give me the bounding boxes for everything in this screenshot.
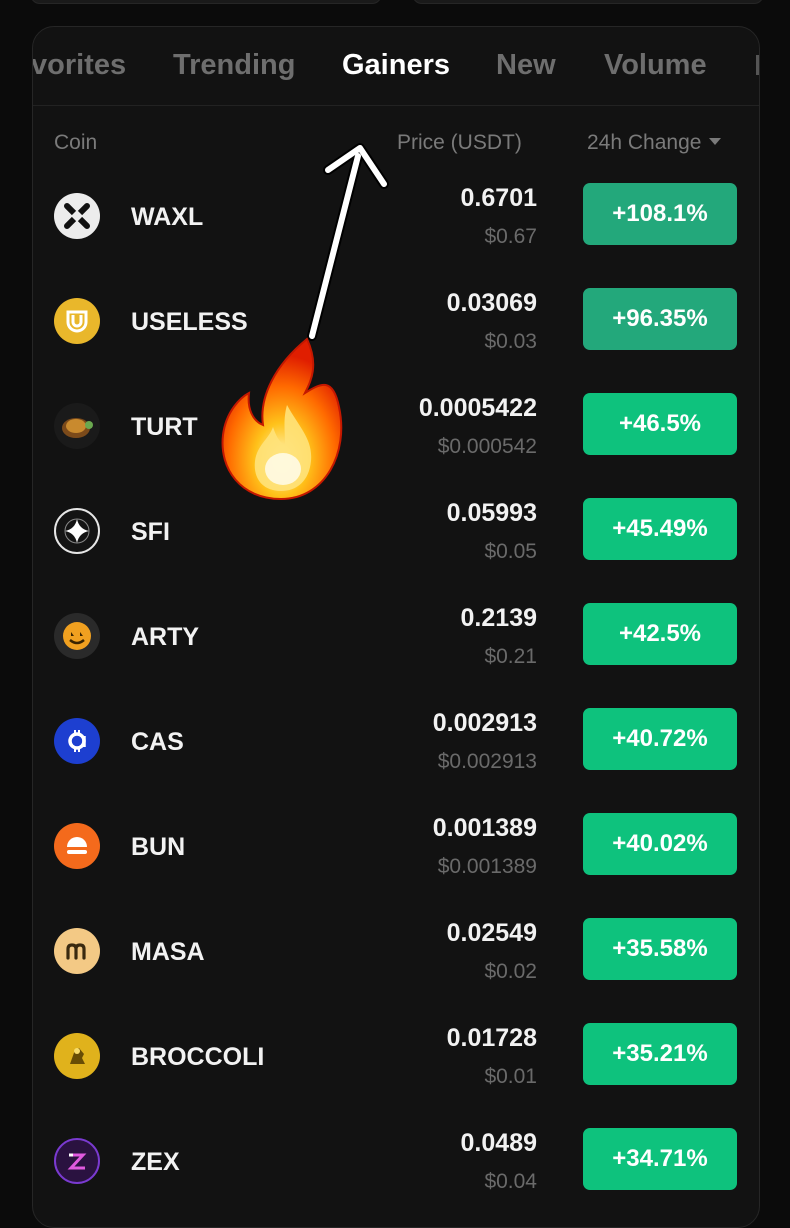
coin-price: 0.03069 [446,289,537,317]
tab-new[interactable]: New [496,49,556,82]
table-row[interactable]: USELESS 0.03069 $0.03 +96.35% [33,288,759,393]
column-header-price[interactable]: Price (USDT) [397,131,522,155]
table-row[interactable]: TURT 0.0005422 $0.000542 +46.5% [33,393,759,498]
column-header-change[interactable]: 24h Change [587,131,722,155]
broccoli-icon [54,1033,100,1079]
table-row[interactable]: ZEX 0.0489 $0.04 +34.71% [33,1128,759,1227]
coin-price: 0.001389 [432,814,537,842]
coin-usd-price: $0.05 [484,540,537,563]
coin-price: 0.02549 [446,919,537,947]
masa-m-icon [54,928,100,974]
tab-trending[interactable]: Trending [173,49,295,82]
change-badge[interactable]: +35.21% [583,1023,737,1085]
coin-price: 0.05993 [446,499,537,527]
coin-usd-price: $0.002913 [437,750,537,773]
coin-price: 0.2139 [460,604,537,632]
arty-face-icon [54,613,100,659]
coin-usd-price: $0.04 [484,1170,537,1193]
coin-symbol: ARTY [131,623,200,651]
coin-symbol: USELESS [131,308,248,336]
column-header-coin: Coin [54,131,98,154]
bun-icon [54,823,100,869]
change-badge[interactable]: +108.1% [583,183,737,245]
tab-gainers[interactable]: Gainers [342,49,450,82]
table-row[interactable]: CAS 0.002913 $0.002913 +40.72% [33,708,759,813]
waxl-x-icon [54,193,100,239]
tabs-overflow-indicator [756,55,759,75]
table-row[interactable]: SFI 0.05993 $0.05 +45.49% [33,498,759,603]
change-badge[interactable]: +40.72% [583,708,737,770]
coin-price: 0.01728 [446,1024,537,1052]
coin-price: 0.002913 [432,709,537,737]
coin-usd-price: $0.03 [484,330,537,353]
cas-coin-icon [54,718,100,764]
column-header-change-label: 24h Change [587,131,702,154]
change-badge[interactable]: +96.35% [583,288,737,350]
change-badge[interactable]: +42.5% [583,603,737,665]
markets-panel: vorites Trending Gainers New Volume Coin… [32,26,760,1228]
table-row[interactable]: BROCCOLI 0.01728 $0.01 +35.21% [33,1023,759,1128]
table-row[interactable]: WAXL 0.6701 $0.67 +108.1% [33,183,759,288]
change-badge[interactable]: +34.71% [583,1128,737,1190]
change-badge[interactable]: +40.02% [583,813,737,875]
zex-icon [54,1138,100,1184]
market-tabs: vorites Trending Gainers New Volume [33,27,759,106]
coin-usd-price: $0.67 [484,225,537,248]
table-row[interactable]: MASA 0.02549 $0.02 +35.58% [33,918,759,1023]
coin-symbol: ZEX [131,1148,180,1176]
table-row[interactable]: ARTY 0.2139 $0.21 +42.5% [33,603,759,708]
coin-usd-price: $0.001389 [437,855,537,878]
table-row[interactable]: BUN 0.001389 $0.001389 +40.02% [33,813,759,918]
coin-price: 0.0005422 [418,394,537,422]
coin-usd-price: $0.21 [484,645,537,668]
useless-shield-icon [54,298,100,344]
coin-symbol: WAXL [131,203,204,231]
coin-symbol: CAS [131,728,184,756]
top-card-left [30,0,382,4]
fire-emoji-icon [221,337,343,501]
change-badge[interactable]: +46.5% [583,393,737,455]
coin-price: 0.6701 [460,184,537,212]
turtle-icon [54,403,100,449]
coin-price: 0.0489 [460,1129,537,1157]
coin-symbol: TURT [131,413,198,441]
coin-usd-price: $0.000542 [437,435,537,458]
change-badge[interactable]: +45.49% [583,498,737,560]
sort-caret-icon [709,138,722,145]
coin-usd-price: $0.01 [484,1065,537,1088]
tab-volume[interactable]: Volume [604,49,707,82]
coin-symbol: BROCCOLI [131,1043,265,1071]
top-card-right [412,0,764,4]
sparkle-icon [54,508,100,554]
change-badge[interactable]: +35.58% [583,918,737,980]
coin-symbol: MASA [131,938,205,966]
tab-favorites[interactable]: vorites [33,49,126,82]
coin-symbol: BUN [131,833,186,861]
coin-symbol: SFI [131,518,170,546]
coin-usd-price: $0.02 [484,960,537,983]
